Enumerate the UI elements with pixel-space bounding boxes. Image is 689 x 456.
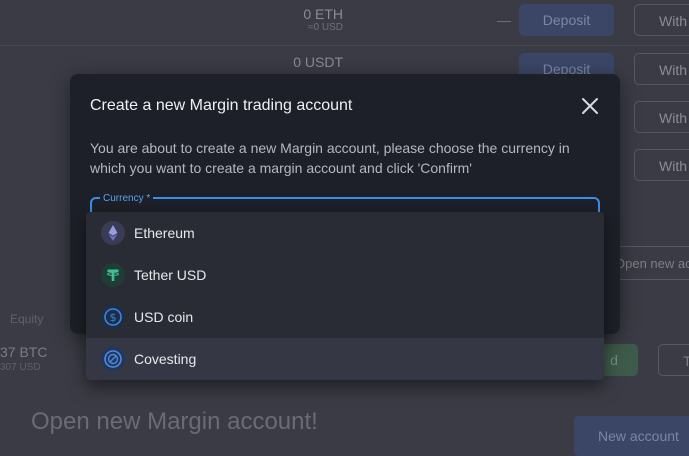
currency-option-usd-coin[interactable]: $ USD coin xyxy=(86,296,604,338)
tether-icon xyxy=(101,263,125,287)
row-divider xyxy=(0,45,689,46)
currency-dropdown: Ethereum Tether USD $ USD coin Covesting xyxy=(86,212,604,380)
withdraw-button[interactable]: With xyxy=(634,101,689,133)
open-margin-heading: Open new Margin account! xyxy=(31,408,318,435)
option-label: USD coin xyxy=(134,309,194,325)
btc-usd-value: 307 USD xyxy=(0,362,41,373)
currency-option-covesting[interactable]: Covesting xyxy=(86,338,604,380)
close-button[interactable] xyxy=(580,96,600,116)
withdraw-button[interactable]: With xyxy=(634,149,689,181)
close-icon xyxy=(582,98,598,114)
deposit-button[interactable]: Deposit xyxy=(519,4,614,36)
new-account-button[interactable]: New account xyxy=(574,416,689,456)
covesting-icon xyxy=(101,347,125,371)
currency-option-tether[interactable]: Tether USD xyxy=(86,254,604,296)
usd-coin-icon: $ xyxy=(101,305,125,329)
balance-amount: 0 USDT xyxy=(293,54,343,70)
option-label: Tether USD xyxy=(134,267,207,283)
balance-amount: 0 ETH xyxy=(303,6,343,22)
withdraw-button[interactable]: With xyxy=(634,53,689,85)
btc-balance: 37 BTC xyxy=(0,344,48,360)
withdraw-button[interactable]: With xyxy=(634,4,689,36)
option-label: Ethereum xyxy=(134,225,195,241)
pnl-dash: — xyxy=(497,12,511,28)
modal-description: You are about to create a new Margin acc… xyxy=(90,140,570,176)
currency-option-ethereum[interactable]: Ethereum xyxy=(86,212,604,254)
balance: 0 USDT xyxy=(293,54,343,70)
balance-usd: ≈0 USD xyxy=(308,22,343,33)
balance: 0 ETH ≈0 USD xyxy=(303,6,343,34)
trade-button[interactable]: T xyxy=(658,344,689,376)
option-label: Covesting xyxy=(134,351,197,367)
ethereum-icon xyxy=(101,221,125,245)
equity-label: Equity xyxy=(10,312,44,326)
svg-text:$: $ xyxy=(110,311,117,324)
currency-label: Currency * xyxy=(100,193,154,205)
modal-title: Create a new Margin trading account xyxy=(90,97,353,114)
